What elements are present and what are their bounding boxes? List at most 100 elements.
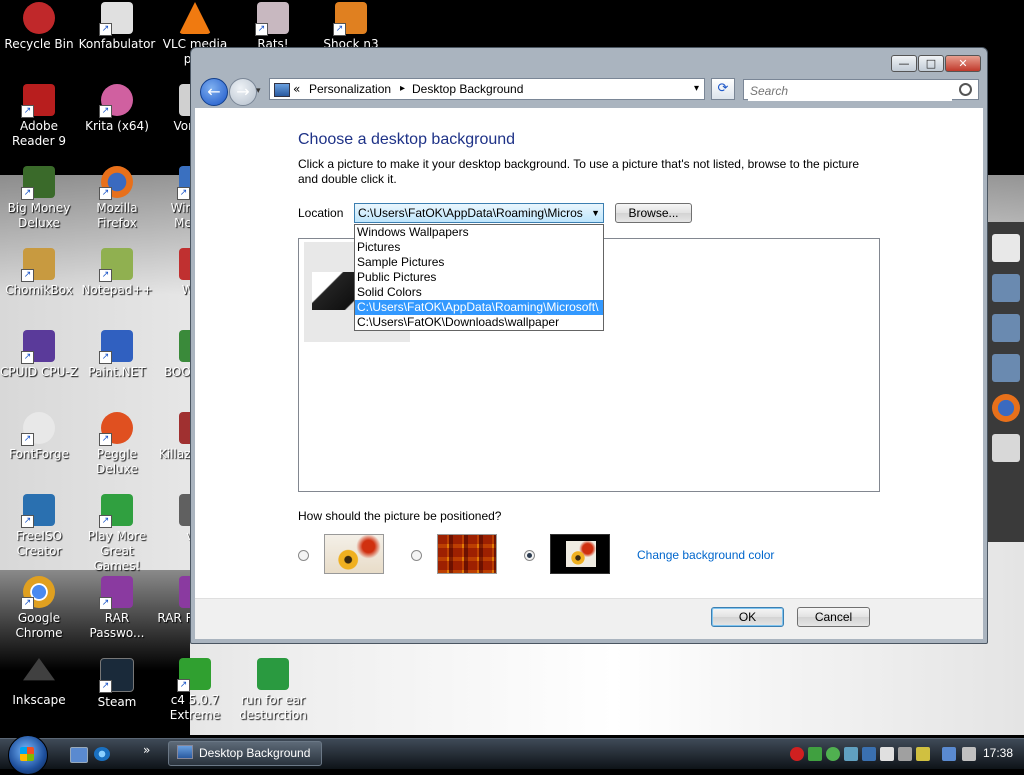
minimize-button[interactable]: — <box>891 55 917 72</box>
desktop-icon-inkscape[interactable]: Inkscape <box>0 658 78 708</box>
desktop-icon-c4[interactable]: ↗ c4 5.0.7 Extreme <box>156 658 234 723</box>
chevron-down-icon[interactable]: ▼ <box>591 204 600 222</box>
location-option[interactable]: Sample Pictures <box>355 255 603 270</box>
location-option[interactable]: Windows Wallpapers <box>355 225 603 240</box>
location-option[interactable]: C:\Users\FatOK\Downloads\wallpaper <box>355 315 603 330</box>
games-icon: ↗ <box>99 494 133 528</box>
position-center-preview-icon[interactable] <box>550 534 610 574</box>
internet-explorer-icon[interactable] <box>94 747 110 761</box>
desktop-icon-steam[interactable]: ↗ Steam <box>78 658 156 710</box>
desktop-icon-label: Konfabulator <box>78 37 156 51</box>
desktop-icon-label: Play More Great Games! <box>87 529 147 573</box>
position-center-radio[interactable] <box>524 550 535 561</box>
fontforge-icon: ↗ <box>21 412 55 446</box>
location-option-selected[interactable]: C:\Users\FatOK\AppData\Roaming\Microsoft… <box>355 300 603 315</box>
position-tile-preview-icon[interactable] <box>437 534 497 574</box>
address-bar[interactable]: « Personalization ▸ Desktop Background ▾ <box>269 78 705 100</box>
volume-tray-icon[interactable] <box>962 747 976 761</box>
desktop-icon-chomikbox[interactable]: ↗ ChomikBox <box>0 248 78 298</box>
desktop-icon-big-money[interactable]: ↗ Big Money Deluxe <box>0 166 78 231</box>
dialog-footer: OK Cancel <box>195 598 983 639</box>
address-prefix[interactable]: « <box>293 79 300 99</box>
taskbar-item-desktop-background[interactable]: Desktop Background <box>168 741 322 766</box>
ok-button[interactable]: OK <box>711 607 784 627</box>
desktop-icon-peggle[interactable]: ↗ Peggle Deluxe <box>78 412 156 477</box>
desktop-icon-freeiso[interactable]: ↗ FreeISO Creator <box>0 494 78 559</box>
firefox-icon[interactable] <box>992 394 1020 422</box>
network-tray-icon[interactable] <box>942 747 956 761</box>
konfabulator-icon: ↗ <box>99 2 133 36</box>
forward-button[interactable]: → <box>229 78 257 106</box>
close-button[interactable]: ✕ <box>945 55 981 72</box>
breadcrumb-desktop-background[interactable]: Desktop Background <box>412 79 523 99</box>
maximize-button[interactable]: □ <box>918 55 944 72</box>
desktop-icon-label: Adobe Reader 9 <box>12 119 66 148</box>
notepad-plus-icon: ↗ <box>99 248 133 282</box>
clock[interactable]: 17:38 <box>983 746 1013 760</box>
monitor-tray-icon[interactable] <box>880 747 894 761</box>
title-bar[interactable]: — □ ✕ <box>191 48 987 76</box>
desktop-icon-label: Mozilla Firefox <box>96 201 138 230</box>
position-tile-radio[interactable] <box>411 550 422 561</box>
desktop-icon-recycle-bin[interactable]: Recycle Bin <box>0 2 78 52</box>
power-tray-icon[interactable] <box>916 747 930 761</box>
desktop-icon-run-for-ear[interactable]: run for ear desturction <box>234 658 312 723</box>
network-shield-icon[interactable] <box>808 747 822 761</box>
location-option[interactable]: Public Pictures <box>355 270 603 285</box>
security-alert-icon[interactable] <box>790 747 804 761</box>
location-select[interactable]: C:\Users\FatOK\AppData\Roaming\Micros ▼ <box>354 203 604 223</box>
search-box[interactable] <box>743 79 979 101</box>
folder-icon[interactable] <box>992 354 1020 382</box>
change-background-color-link[interactable]: Change background color <box>637 548 774 562</box>
document-icon[interactable] <box>992 234 1020 262</box>
desktop-icon-konfabulator[interactable]: ↗ Konfabulator <box>78 2 156 52</box>
position-fill-radio[interactable] <box>298 550 309 561</box>
desktop-icon-rats[interactable]: ↗ Rats! <box>234 2 312 52</box>
folder-icon[interactable] <box>992 274 1020 302</box>
desktop-icon-shock[interactable]: ↗ Shock n3 <box>312 2 390 52</box>
cancel-button[interactable]: Cancel <box>797 607 870 627</box>
app-tray-icon[interactable] <box>844 747 858 761</box>
desktop-icon-chrome[interactable]: ↗ Google Chrome <box>0 576 78 641</box>
position-fill-preview-icon[interactable] <box>324 534 384 574</box>
back-button[interactable]: ← <box>200 78 228 106</box>
breadcrumb-personalization[interactable]: Personalization <box>309 79 391 99</box>
desktop-icon-cpuz[interactable]: ↗ CPUID CPU-Z <box>0 330 78 380</box>
start-button[interactable] <box>8 735 48 775</box>
show-desktop-icon[interactable] <box>70 747 88 763</box>
cpuz-icon: ↗ <box>21 330 55 364</box>
location-option[interactable]: Pictures <box>355 240 603 255</box>
desktop-icon-label: Paint.NET <box>88 365 146 379</box>
desktop-icon-rar-password[interactable]: ↗ RAR Passwo... <box>78 576 156 641</box>
app-tray-icon[interactable] <box>898 747 912 761</box>
desktop-icon-fontforge[interactable]: ↗ FontForge <box>0 412 78 462</box>
browse-button[interactable]: Browse... <box>615 203 692 223</box>
center-flower-image <box>566 541 596 567</box>
desktop-icon-adobe-reader[interactable]: ↗ Adobe Reader 9 <box>0 84 78 149</box>
desktop-icon-krita[interactable]: ↗ Krita (x64) <box>78 84 156 134</box>
desktop-icon-play-more[interactable]: ↗ Play More Great Games! <box>78 494 156 574</box>
search-input[interactable] <box>748 81 952 101</box>
location-dropdown-list[interactable]: Windows Wallpapers Pictures Sample Pictu… <box>354 224 604 331</box>
magnifier-icon[interactable] <box>959 83 972 96</box>
taskbar-item-label: Desktop Background <box>199 746 311 760</box>
address-dropdown-icon[interactable]: ▾ <box>694 79 699 99</box>
location-option[interactable]: Solid Colors <box>355 285 603 300</box>
vlc-cone-icon <box>179 2 211 34</box>
krita-icon: ↗ <box>99 84 133 118</box>
paintnet-icon: ↗ <box>99 330 133 364</box>
desktop-icon-label: Peggle Deluxe <box>96 447 138 476</box>
recycle-bin-icon <box>23 2 55 34</box>
refresh-button[interactable]: ⟳ <box>711 78 735 100</box>
page-title: Choose a desktop background <box>298 131 516 148</box>
desktop-icon-paintnet[interactable]: ↗ Paint.NET <box>78 330 156 380</box>
messenger-tray-icon[interactable] <box>826 747 840 761</box>
quick-launch-overflow-icon[interactable]: » <box>143 743 150 757</box>
desktop-icon-firefox[interactable]: ↗ Mozilla Firefox <box>78 166 156 231</box>
breadcrumb-separator-icon[interactable]: ▸ <box>400 79 405 99</box>
app-tray-icon[interactable] <box>862 747 876 761</box>
recycle-icon[interactable] <box>992 434 1020 462</box>
recent-pages-dropdown-icon[interactable]: ▾ <box>256 86 261 96</box>
desktop-icon-notepad-plus[interactable]: ↗ Notepad++ <box>78 248 156 298</box>
folder-icon[interactable] <box>992 314 1020 342</box>
